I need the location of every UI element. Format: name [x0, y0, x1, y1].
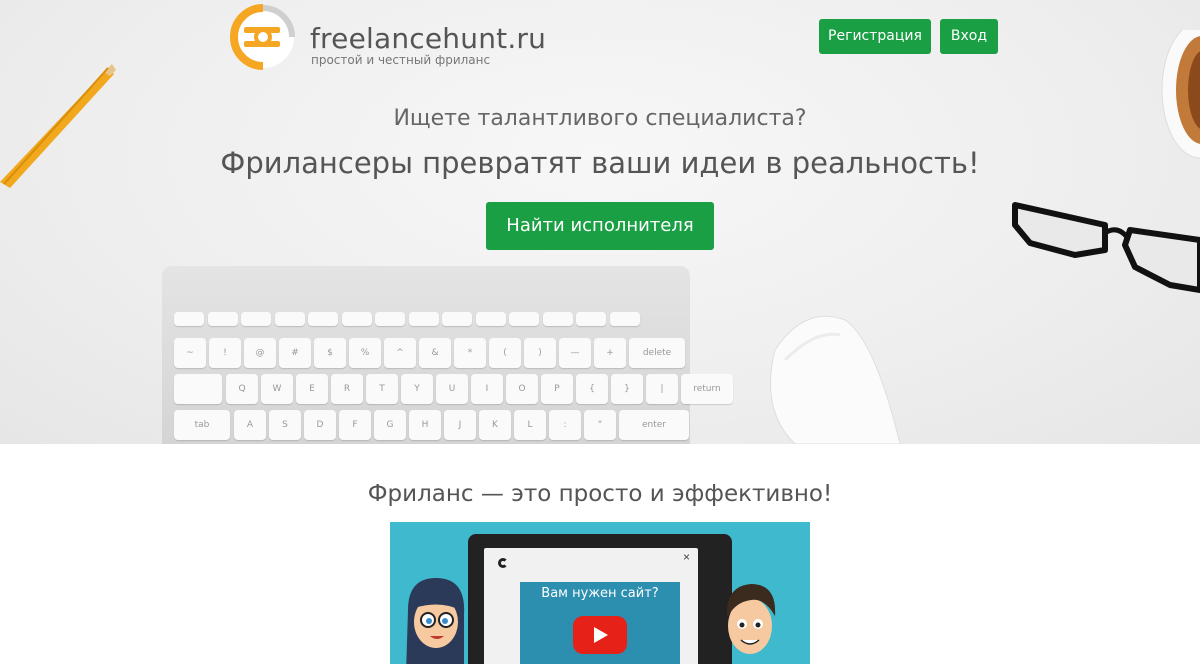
keyboard-key: G: [374, 410, 406, 440]
video-inner-panel: Вам нужен сайт?: [520, 582, 680, 664]
keyboard-fn-key: [542, 312, 573, 326]
keyboard-fn-key: [375, 312, 405, 326]
pencil-image: [0, 64, 116, 188]
man-character-image: [726, 584, 776, 654]
logo-tagline: простой и честный фриланс: [311, 53, 491, 67]
hero-question: Ищете талантливого специалиста?: [393, 106, 807, 131]
hero-headline: Фрилансеры превратят ваши идеи в реально…: [220, 146, 980, 180]
keyboard-delete-key: delete: [629, 338, 685, 368]
keyboard-key: K: [479, 410, 511, 440]
promo-video[interactable]: × Вам нужен сайт?: [390, 522, 810, 664]
glasses-image: [1012, 202, 1200, 293]
keyboard-key: Q: [226, 374, 258, 404]
logo-text: freelancehunt.ru: [310, 22, 547, 55]
keyboard-key: L: [514, 410, 546, 440]
video-inner-title: Вам нужен сайт?: [541, 586, 659, 601]
keyboard-key: E: [296, 374, 328, 404]
keyboard-fn-key: [341, 312, 372, 326]
keyboard-key: :: [549, 410, 581, 440]
keyboard-fn-key: [241, 312, 271, 326]
site-logo[interactable]: freelancehunt.ru простой и честный фрила…: [230, 4, 546, 74]
keyboard-key: I: [471, 374, 503, 404]
keyboard-fn-key: [442, 312, 472, 326]
browser-window: × Вам нужен сайт?: [484, 548, 698, 664]
keyboard-key: }: [611, 374, 643, 404]
keyboard-key: S: [269, 410, 301, 440]
keyboard-key: F: [339, 410, 371, 440]
keyboard-key: R: [331, 374, 363, 404]
keyboard-key: W: [261, 374, 293, 404]
keyboard-key: @: [244, 338, 276, 368]
keyboard-key: J: [444, 410, 476, 440]
keyboard-key: {: [576, 374, 608, 404]
keyboard-key: D: [304, 410, 336, 440]
keyboard-fn-key: [274, 312, 305, 326]
keyboard-enter-key: enter: [619, 410, 689, 440]
keyboard-key: (: [489, 338, 521, 368]
keyboard-key: $: [314, 338, 346, 368]
browser-logo-icon: [498, 558, 508, 568]
woman-character-image: [406, 578, 465, 664]
keyboard-fn-key: [475, 312, 506, 326]
keyboard-key: !: [209, 338, 241, 368]
keyboard-key: T: [366, 374, 398, 404]
find-freelancer-button[interactable]: Найти исполнителя: [486, 202, 714, 250]
keyboard-fn-key: [509, 312, 539, 326]
keyboard-key: |: [646, 374, 678, 404]
keyboard-caps-key: tab: [174, 410, 230, 440]
keyboard-key: *: [454, 338, 486, 368]
keyboard-image: ~! @ # $% ^ & *() — + delete Q W E R T Y U I O P{} | return ta…: [162, 266, 733, 444]
keyboard-key: #: [279, 338, 311, 368]
keyboard-key: +: [594, 338, 626, 368]
keyboard-fn-key: [207, 312, 238, 326]
keyboard-keys: ~! @ # $% ^ & *() — + delete Q W E R T Y U I O P{} | return ta…: [162, 266, 733, 444]
play-button[interactable]: [573, 616, 627, 654]
keyboard-key: A: [234, 410, 266, 440]
keyboard-key: ": [584, 410, 616, 440]
keyboard-tab-key: [174, 374, 222, 404]
keyboard-key: ~: [174, 338, 206, 368]
keyboard-key: H: [409, 410, 441, 440]
keyboard-return-key: return: [681, 374, 733, 404]
keyboard-key: ^: [384, 338, 416, 368]
keyboard-key: %: [349, 338, 381, 368]
keyboard-fn-key: [408, 312, 439, 326]
play-icon: [594, 627, 608, 643]
keyboard-key: U: [436, 374, 468, 404]
keyboard-fn-key: [576, 312, 606, 326]
hero-section: ~! @ # $% ^ & *() — + delete Q W E R T Y U I O P{} | return ta…: [0, 0, 1200, 444]
keyboard-key: ): [524, 338, 556, 368]
keyboard-fn-key: [609, 312, 640, 326]
logo-mark-icon: [230, 4, 295, 70]
keyboard-key: O: [506, 374, 538, 404]
login-button[interactable]: Вход: [940, 19, 998, 54]
keyboard-fn-key: [174, 312, 204, 326]
keyboard-key: Y: [401, 374, 433, 404]
keyboard-key: P: [541, 374, 573, 404]
mouse-image: [770, 315, 901, 444]
keyboard-key: &: [419, 338, 451, 368]
register-button[interactable]: Регистрация: [819, 19, 931, 54]
keyboard-key: —: [559, 338, 591, 368]
section-title: Фриланс — это просто и эффективно!: [367, 481, 833, 507]
keyboard-fn-key: [308, 312, 338, 326]
browser-close-icon: ×: [682, 550, 690, 564]
